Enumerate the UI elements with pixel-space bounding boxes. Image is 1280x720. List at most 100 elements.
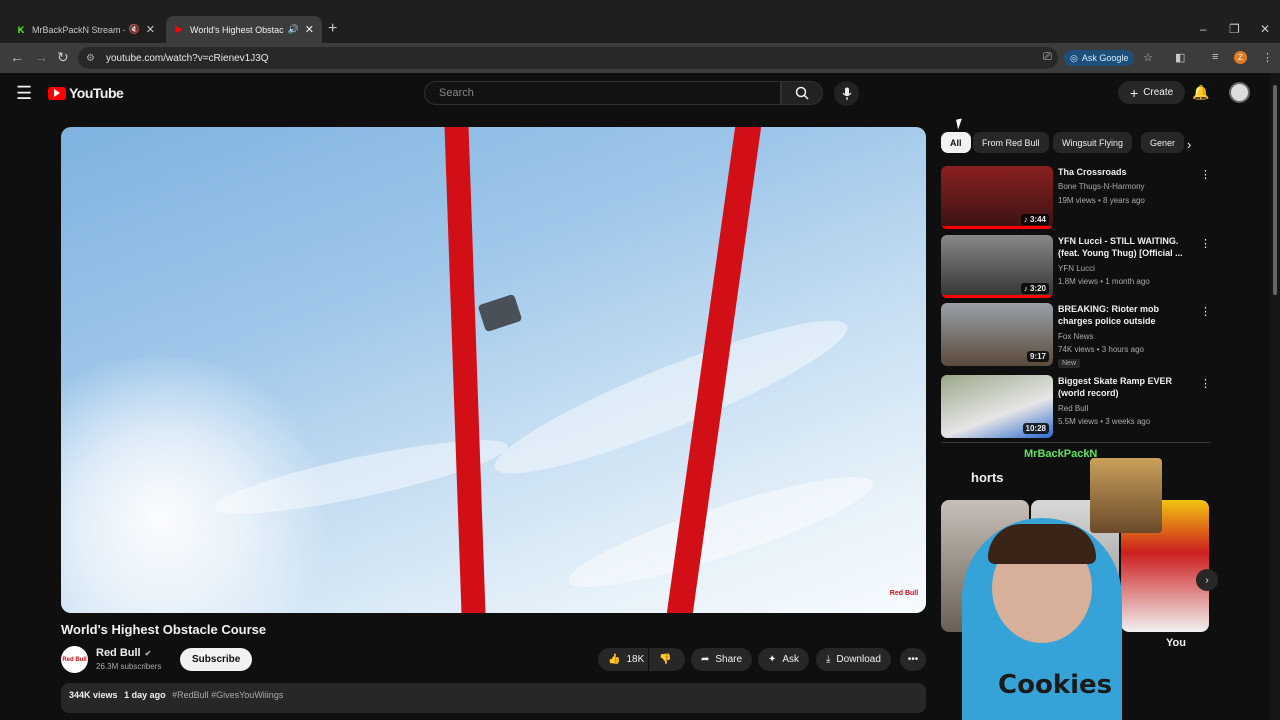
- video-thumbnail[interactable]: ♪ 3:20: [941, 235, 1053, 298]
- verified-icon: ✔: [144, 649, 152, 658]
- microphone-icon: [842, 87, 851, 100]
- video-frame-cloud: [483, 298, 859, 496]
- video-frame-wingsuit-flyer: [477, 293, 523, 333]
- split-view-icon[interactable]: ◧: [1175, 51, 1185, 64]
- forward-icon[interactable]: →: [34, 49, 48, 65]
- voice-search-button[interactable]: [834, 81, 859, 106]
- close-window-icon[interactable]: ✕: [1260, 22, 1270, 36]
- chevron-right-icon[interactable]: ›: [1187, 137, 1191, 152]
- video-thumbnail[interactable]: 10:28: [941, 375, 1053, 438]
- page-scrollbar[interactable]: [1270, 73, 1280, 720]
- video-thumbnail[interactable]: ♪ 3:44: [941, 166, 1053, 229]
- speaker-icon[interactable]: 🔊: [288, 24, 299, 35]
- streamer-webcam-overlay: MrBackPackN Cookies: [940, 448, 1194, 720]
- recommendation-title: YFN Lucci - STILL WAITING. (feat. Young …: [1058, 236, 1183, 258]
- streamer-hair: [988, 524, 1096, 564]
- url-text: youtube.com/watch?v=cRienev1J3Q: [106, 52, 269, 64]
- cast-icon[interactable]: ⎚: [1043, 51, 1052, 64]
- dislike-button[interactable]: 👎: [649, 648, 685, 671]
- recommendation-item[interactable]: 10:28 Biggest Skate Ramp EVER (world rec…: [941, 375, 1211, 439]
- more-vertical-icon[interactable]: ⋮: [1200, 377, 1211, 390]
- recommendation-meta: 19M views • 8 years ago: [1058, 196, 1145, 205]
- channel-name-text: Red Bull: [96, 647, 141, 659]
- ask-button[interactable]: ✦ Ask: [758, 648, 810, 671]
- create-button[interactable]: + Create: [1118, 81, 1186, 104]
- close-tab-icon[interactable]: ✕: [305, 23, 314, 36]
- muted-speaker-icon[interactable]: 🔇: [129, 24, 140, 35]
- youtube-favicon-icon: ▶: [175, 24, 183, 34]
- thumbs-down-icon: 👎: [659, 654, 672, 665]
- search-placeholder: Search: [439, 87, 474, 99]
- channel-avatar[interactable]: Red Bull: [61, 646, 88, 673]
- notifications-bell-icon[interactable]: 🔔: [1192, 84, 1209, 101]
- back-icon[interactable]: ←: [10, 49, 24, 65]
- channel-name[interactable]: Red Bull ✔: [96, 647, 151, 659]
- download-icon: ⤓: [826, 654, 831, 665]
- address-bar[interactable]: ⚙ youtube.com/watch?v=cRienev1J3Q: [78, 47, 1058, 69]
- bookmark-star-icon[interactable]: ☆: [1143, 51, 1153, 64]
- recommendation-meta: 74K views • 3 hours ago: [1058, 345, 1144, 354]
- download-label: Download: [836, 654, 881, 665]
- browser-menu-icon[interactable]: ⋮: [1262, 51, 1273, 64]
- account-avatar[interactable]: [1229, 82, 1250, 103]
- subscriber-count: 26.3M subscribers: [96, 662, 162, 671]
- ask-google-button[interactable]: ◎ Ask Google: [1064, 50, 1135, 66]
- search-button[interactable]: [781, 81, 823, 105]
- chip-all[interactable]: All: [941, 132, 971, 153]
- browser-tab-youtube[interactable]: ▶ World's Highest Obstacle C 🔊 ✕: [166, 16, 322, 43]
- maximize-icon[interactable]: ❐: [1229, 22, 1240, 36]
- shorts-next-button[interactable]: ›: [1196, 569, 1218, 591]
- upload-age: 1 day ago: [124, 690, 166, 700]
- description-box[interactable]: 344K views 1 day ago #RedBull #GivesYouW…: [61, 683, 926, 713]
- youtube-logo[interactable]: YouTube: [48, 85, 124, 101]
- more-vertical-icon[interactable]: ⋮: [1200, 237, 1211, 250]
- media-control-icon[interactable]: ≡: [1212, 51, 1218, 63]
- recommendation-channel: YFN Lucci: [1058, 264, 1095, 273]
- reload-icon[interactable]: ↻: [57, 49, 69, 66]
- like-button[interactable]: 👍 18K: [598, 648, 648, 671]
- browser-tab-stream[interactable]: K MrBackPackN Stream - Wa 🔇 ✕: [8, 16, 163, 43]
- hashtags[interactable]: #RedBull #GivesYouWiiings: [172, 690, 283, 700]
- more-vertical-icon[interactable]: ⋮: [1200, 168, 1211, 181]
- browser-tab-strip: K MrBackPackN Stream - Wa 🔇 ✕ ▶ World's …: [0, 0, 1280, 43]
- search-input[interactable]: Search: [424, 81, 781, 105]
- share-label: Share: [715, 654, 743, 665]
- watch-progress-bar: [941, 226, 1053, 229]
- recommendation-item[interactable]: ♪ 3:20 YFN Lucci - STILL WAITING. (feat.…: [941, 235, 1211, 299]
- new-badge: New: [1058, 359, 1081, 368]
- site-info-icon[interactable]: ⚙: [86, 53, 98, 64]
- tiger-sticker: [1090, 458, 1162, 533]
- youtube-header: ☰ YouTube Search + Create 🔔: [0, 73, 1270, 113]
- watch-progress-bar: [941, 295, 1053, 298]
- plus-icon: +: [1130, 84, 1139, 101]
- browser-profile-avatar[interactable]: Z: [1234, 51, 1247, 64]
- menu-icon[interactable]: ☰: [16, 83, 32, 104]
- scrollbar-thumb[interactable]: [1273, 85, 1277, 295]
- duration-badge: ♪ 3:44: [1020, 214, 1049, 225]
- more-vertical-icon[interactable]: ⋮: [1200, 305, 1211, 318]
- minimize-icon[interactable]: –: [1200, 22, 1207, 36]
- chip-wingsuit-flying[interactable]: Wingsuit Flying: [1053, 132, 1133, 153]
- video-thumbnail[interactable]: 9:17: [941, 303, 1053, 366]
- chip-from-red-bull[interactable]: From Red Bull: [973, 132, 1049, 153]
- close-tab-icon[interactable]: ✕: [146, 23, 155, 36]
- chip-general[interactable]: Gener: [1141, 132, 1185, 153]
- recommendation-channel: Red Bull: [1058, 404, 1089, 413]
- recommendation-item[interactable]: ♪ 3:44 Tha Crossroads Bone Thugs-N-Harmo…: [941, 166, 1211, 230]
- recommendation-title: Biggest Skate Ramp EVER (world record): [1058, 376, 1173, 398]
- new-tab-icon[interactable]: +: [328, 20, 337, 38]
- more-actions-button[interactable]: •••: [900, 648, 926, 671]
- recommendation-item[interactable]: 9:17 BREAKING: Rioter mob charges police…: [941, 303, 1211, 368]
- sparkle-icon: ✦: [768, 654, 777, 665]
- more-horizontal-icon: •••: [907, 654, 919, 665]
- video-player[interactable]: Red Bull: [61, 127, 926, 613]
- download-button[interactable]: ⤓ Download: [816, 648, 891, 671]
- youtube-play-icon: [48, 86, 66, 100]
- subscribe-button[interactable]: Subscribe: [180, 648, 253, 671]
- duration-badge: 10:28: [1022, 423, 1049, 434]
- tab-label: MrBackPackN Stream - Wa: [32, 24, 125, 35]
- video-frame-red-ribbon: [444, 127, 486, 613]
- create-label: Create: [1143, 87, 1174, 98]
- video-title: World's Highest Obstacle Course: [61, 622, 267, 637]
- share-button[interactable]: ➦ Share: [691, 648, 753, 671]
